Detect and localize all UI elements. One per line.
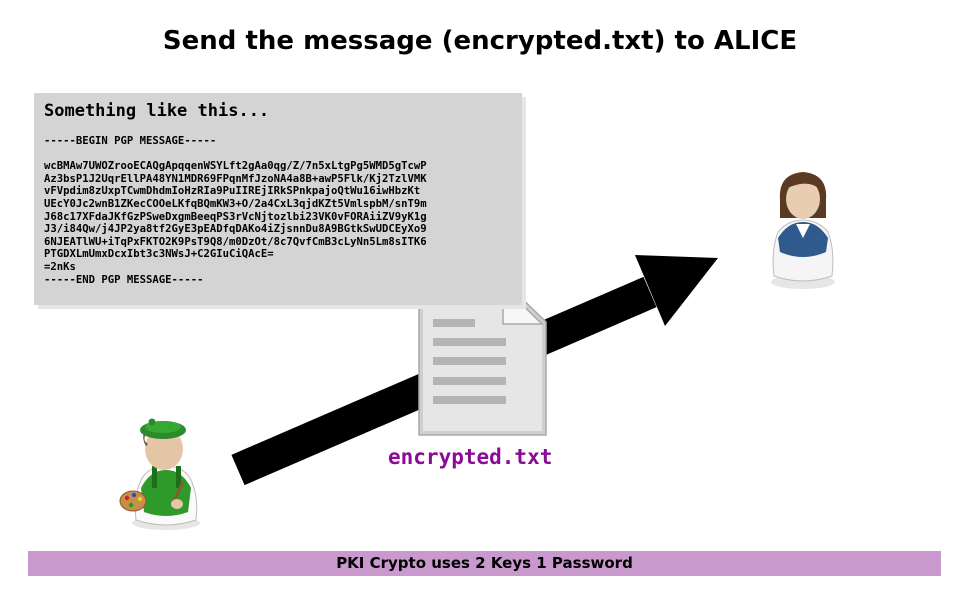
pgp-message-line: -----BEGIN PGP MESSAGE----- [44, 135, 217, 147]
pgp-message-line: -----END PGP MESSAGE----- [44, 273, 204, 286]
footer-banner: PKI Crypto uses 2 Keys 1 Password [28, 551, 941, 576]
pgp-message-line: vFVpdim8zUxpTCwmDhdmIoHzRIa9PuIIREjIRkSP… [44, 185, 421, 198]
painter-person-icon [119, 418, 200, 530]
pgp-message-line: Az3bsP1J2UqrEllPA48YN1MDR69FPqnMfJzoNA4a… [44, 172, 427, 185]
file-name-caption: encrypted.txt [388, 445, 553, 469]
footer-text: PKI Crypto uses 2 Keys 1 Password [336, 554, 633, 572]
pgp-message-line: J3/i84Qw/j4JP2ya8tf2GyE3pEADfqDAKo4iZjsn… [44, 223, 427, 236]
pgp-message-line: =2nKs [44, 260, 76, 273]
pgp-message-line: wcBMAw7UWOZrooECAQgApqqenWSYLft2gAa0qg/Z… [44, 160, 427, 173]
alice-person-icon [771, 172, 835, 289]
pgp-message-line: J68c17XFdaJKfGzPSweDxgmBeeqPS3rVcNjtozlb… [44, 210, 427, 223]
pgp-message-line: PTGDXLmUmxDcxIbt3c3NWsJ+C2GIuCiQAcE= [44, 248, 274, 261]
pgp-box-heading: Something like this... [44, 101, 270, 121]
pgp-message-line: 6NJEATlWU+iTqPxFKTO2K9PsT9Q8/m0DzOt/8c7Q… [44, 235, 427, 248]
pgp-message-line: UEcY0Jc2wnB1ZKecCOOeLKfqBQmKW3+O/2a4CxL3… [44, 197, 427, 210]
pgp-message-box: Something like this... -----BEGIN PGP ME… [34, 93, 522, 305]
pgp-message-text: -----BEGIN PGP MESSAGE----- wcBMAw7UWOZr… [44, 135, 427, 286]
